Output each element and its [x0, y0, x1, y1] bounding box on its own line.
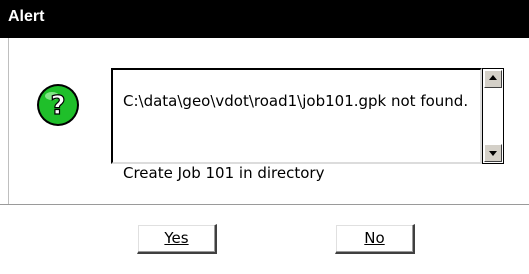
message-text: C:\data\geo\vdot\road1\job101.gpk not fo…: [123, 74, 473, 200]
window-title: Alert: [8, 8, 45, 25]
message-textbox[interactable]: C:\data\geo\vdot\road1\job101.gpk not fo…: [111, 68, 482, 182]
question-icon: ?: [37, 84, 79, 126]
no-button-label: No: [364, 229, 385, 247]
scroll-track[interactable]: [484, 89, 502, 143]
vertical-scrollbar[interactable]: [482, 68, 504, 164]
no-button[interactable]: No: [335, 224, 415, 254]
alert-dialog: Alert ? C:\data\geo\vdot\road1\job101.gp…: [0, 0, 529, 274]
message-line-2: Create Job 101 in directory: [123, 164, 325, 182]
yes-button[interactable]: Yes: [137, 224, 217, 254]
arrow-up-icon: [489, 75, 497, 80]
scroll-up-button[interactable]: [484, 70, 502, 88]
scroll-down-button[interactable]: [484, 144, 502, 162]
button-area: [0, 206, 529, 274]
title-bar[interactable]: Alert: [0, 0, 529, 38]
arrow-down-icon: [489, 151, 497, 156]
svg-text:?: ?: [50, 91, 65, 121]
yes-button-label: Yes: [164, 229, 189, 247]
message-line-1: C:\data\geo\vdot\road1\job101.gpk not fo…: [123, 92, 469, 110]
